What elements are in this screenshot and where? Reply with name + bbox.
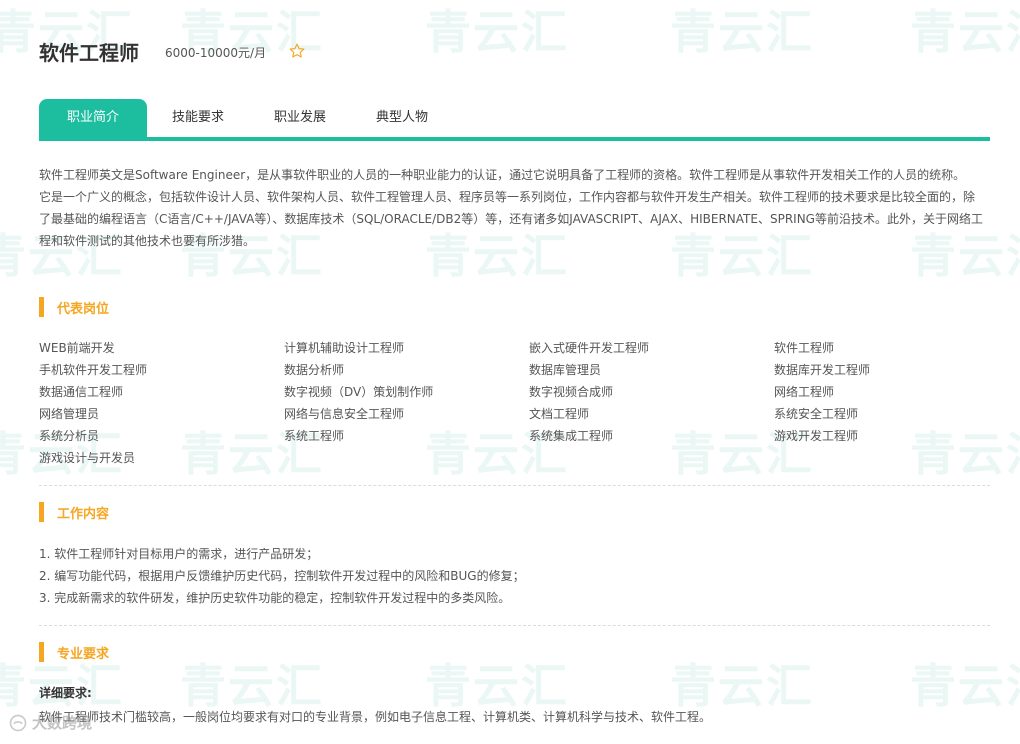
position-link[interactable]: 数据库开发工程师 [774,359,1019,381]
position-link[interactable]: 系统集成工程师 [529,425,774,447]
section-heading-work: 工作内容 [39,502,109,522]
position-link[interactable]: 网络工程师 [774,381,1019,403]
tab-career-development[interactable]: 职业发展 [249,99,351,137]
watermark-text: 青云汇 [670,5,814,59]
detail-requirements-text: 软件工程师技术门槛较高，一般岗位均要求有对口的专业背景，例如电子信息工程、计算机… [39,710,712,724]
position-link[interactable]: 网络管理员 [39,403,284,425]
section-title: 工作内容 [57,506,110,522]
position-link[interactable]: 数据库管理员 [529,359,774,381]
corner-watermark-text: 大数跨境 [32,714,93,732]
intro-paragraph: 软件工程师英文是Software Engineer，是从事软件职业的人员的一种职… [39,168,966,182]
list-item: 1. 软件工程师针对目标用户的需求，进行产品研发； [39,547,319,561]
position-link[interactable]: 系统工程师 [284,425,529,447]
position-link[interactable]: 数据通信工程师 [39,381,284,403]
position-link[interactable]: 数据分析师 [284,359,529,381]
section-divider [39,625,990,626]
corner-watermark: 大数跨境 [8,712,92,733]
position-link[interactable]: 数字视频合成师 [529,381,774,403]
watermark-text: 青云汇 [910,5,1020,59]
watermark-text: 青云汇 [425,5,569,59]
position-link[interactable]: 软件工程师 [774,337,1019,359]
work-content-list: 1. 软件工程师针对目标用户的需求，进行产品研发； 2. 编写功能代码，根据用户… [39,543,525,609]
star-outline-icon[interactable] [288,42,306,60]
watermark-text: 青云汇 [425,659,569,713]
career-intro: 软件工程师英文是Software Engineer，是从事软件职业的人员的一种职… [39,164,984,252]
positions-grid: WEB前端开发 计算机辅助设计工程师 嵌入式硬件开发工程师 软件工程师 手机软件… [39,337,1019,469]
tab-intro[interactable]: 职业简介 [39,99,147,137]
position-link[interactable]: 手机软件开发工程师 [39,359,284,381]
section-heading-requirements: 专业要求 [39,642,109,662]
job-title: 软件工程师 [39,40,139,65]
position-link[interactable]: 数字视频（DV）策划制作师 [284,381,529,403]
intro-paragraph: 它是一个广义的概念，包括软件设计人员、软件架构人员、软件工程管理人员、程序员等一… [39,190,983,248]
position-link[interactable]: 系统分析员 [39,425,284,447]
section-heading-positions: 代表岗位 [39,297,109,317]
tab-typical-people[interactable]: 典型人物 [351,99,453,137]
watermark-text: 青云汇 [670,659,814,713]
position-link[interactable]: 嵌入式硬件开发工程师 [529,337,774,359]
position-link[interactable]: 计算机辅助设计工程师 [284,337,529,359]
position-link[interactable]: 游戏开发工程师 [774,425,1019,447]
watermark-text: 青云汇 [910,659,1020,713]
title-row: 软件工程师 6000-10000元/月 [39,36,306,66]
list-item: 3. 完成新需求的软件研发，维护历史软件功能的稳定，控制软件开发过程中的多类风险… [39,591,511,605]
position-link[interactable]: 系统安全工程师 [774,403,1019,425]
detail-requirements-label: 详细要求: [39,686,92,700]
watermark-text: 青云汇 [180,659,324,713]
section-divider [39,485,990,486]
tab-skills[interactable]: 技能要求 [147,99,249,137]
list-item: 2. 编写功能代码，根据用户反馈维护历史代码，控制软件开发过程中的风险和BUG的… [39,569,525,583]
position-link[interactable]: 游戏设计与开发员 [39,447,284,469]
section-marker [39,642,44,662]
tab-bar: 职业简介 技能要求 职业发展 典型人物 [39,97,990,141]
section-title: 代表岗位 [57,301,110,317]
cloud-logo-icon [9,714,27,731]
salary-range: 6000-10000元/月 [165,45,267,60]
position-link[interactable]: 文档工程师 [529,403,774,425]
section-title: 专业要求 [57,646,110,662]
position-link[interactable]: WEB前端开发 [39,337,284,359]
section-marker [39,502,44,522]
position-link[interactable]: 网络与信息安全工程师 [284,403,529,425]
section-marker [39,297,44,317]
